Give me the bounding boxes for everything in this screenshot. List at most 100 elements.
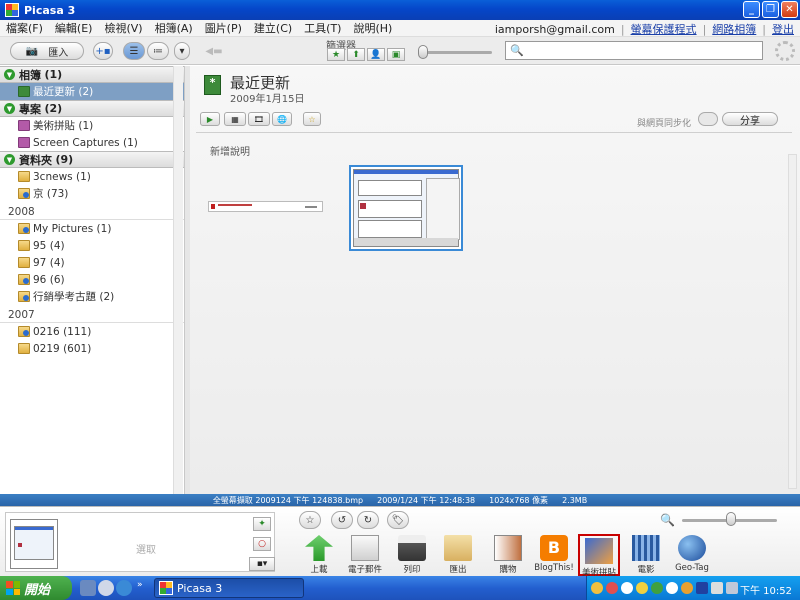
- screensaver-link[interactable]: 螢幕保護程式: [631, 21, 697, 37]
- collage-button[interactable]: ▦: [224, 112, 246, 126]
- list-view-button[interactable]: ☰: [123, 42, 145, 60]
- item-label: 3cnews: [33, 170, 73, 183]
- sidebar-item-96[interactable]: 96 (6): [0, 271, 184, 288]
- filter-faces-button[interactable]: 👤: [367, 48, 385, 61]
- sidebar-group-folders[interactable]: ▼ 資料夾 (9): [0, 151, 184, 168]
- tray-shield-icon[interactable]: [636, 582, 648, 594]
- hold-button[interactable]: ✦: [253, 517, 271, 531]
- menu-file[interactable]: 檔案(F): [0, 20, 49, 36]
- sidebar-group-albums[interactable]: ▼ 相簿 (1): [0, 66, 184, 83]
- movie-button[interactable]: 🎞: [248, 112, 270, 126]
- photo-thumbnail-selected[interactable]: [349, 165, 463, 251]
- photo-thumbnail[interactable]: [208, 201, 323, 212]
- filter-starred-button[interactable]: ★: [327, 48, 345, 61]
- menu-edit[interactable]: 編輯(E): [49, 20, 99, 36]
- sidebar-item-0216[interactable]: 0216 (111): [0, 323, 184, 340]
- tray-display-icon[interactable]: [726, 582, 738, 594]
- sidebar-item-collage[interactable]: 美術拼貼 (1): [0, 117, 184, 134]
- item-label: 京: [33, 188, 44, 200]
- tray-clock-icon[interactable]: [666, 582, 678, 594]
- maximize-button[interactable]: ❐: [762, 1, 779, 18]
- tree-view-button[interactable]: ≔: [147, 42, 169, 60]
- tray-user-icon[interactable]: [591, 582, 603, 594]
- search-input[interactable]: [527, 45, 758, 56]
- import-button[interactable]: 📷 匯入: [10, 42, 84, 60]
- collapse-icon[interactable]: ▼: [4, 103, 15, 114]
- geotag-action[interactable]: Geo-Tag: [672, 535, 712, 575]
- sidebar-item-marketing-exams[interactable]: 行銷學考古題 (2): [0, 288, 184, 305]
- back-button[interactable]: ◀▬: [203, 42, 225, 60]
- folder-icon: [18, 171, 30, 182]
- collage-action[interactable]: 美術拼貼: [578, 534, 620, 578]
- star-album-button[interactable]: ☆: [303, 112, 321, 126]
- year-header-2008: 2008: [0, 204, 184, 220]
- internet-explorer-icon[interactable]: [116, 580, 132, 596]
- tray-security-icon[interactable]: [681, 582, 693, 594]
- tag-button[interactable]: 🏷: [387, 511, 409, 529]
- export-action[interactable]: 匯出: [438, 535, 478, 575]
- movie-action[interactable]: 電影: [626, 535, 666, 575]
- menu-picture[interactable]: 圖片(P): [199, 20, 248, 36]
- volume-icon[interactable]: [711, 582, 723, 594]
- clear-tray-button[interactable]: ○: [253, 537, 271, 551]
- tray-thumbnail[interactable]: [10, 519, 58, 569]
- sidebar-item-my-pictures[interactable]: My Pictures (1): [0, 220, 184, 237]
- close-button[interactable]: ✕: [781, 1, 798, 18]
- thumbnail-size-knob[interactable]: [726, 512, 736, 526]
- search-box[interactable]: 🔍: [505, 41, 763, 60]
- minimize-button[interactable]: _: [743, 1, 760, 18]
- geotag-button[interactable]: 🌐: [272, 112, 292, 126]
- sidebar-item-screen-captures[interactable]: Screen Captures (1): [0, 134, 184, 151]
- shop-action[interactable]: 購物: [488, 535, 528, 575]
- add-caption-text[interactable]: 新增說明: [210, 143, 250, 158]
- sidebar-item-3cnews[interactable]: 3cnews (1): [0, 168, 184, 185]
- view-options-dropdown[interactable]: ▾: [174, 42, 190, 60]
- filter-slider-knob[interactable]: [418, 45, 428, 59]
- menu-help[interactable]: 說明(H): [347, 20, 398, 36]
- sidebar-item-jing[interactable]: 京 (73): [0, 185, 184, 202]
- sidebar-item-recently-updated[interactable]: 最近更新 (2): [0, 83, 184, 100]
- rotate-right-button[interactable]: ↻: [357, 511, 379, 529]
- email-action[interactable]: 電子郵件: [345, 535, 385, 575]
- tray-media-icon[interactable]: [696, 582, 708, 594]
- sidebar-scrollbar[interactable]: [173, 66, 183, 494]
- menu-create[interactable]: 建立(C): [248, 20, 298, 36]
- album-scrollbar[interactable]: [788, 154, 797, 489]
- share-button[interactable]: 分享: [722, 112, 778, 127]
- add-to-dropdown[interactable]: ▪▾: [249, 557, 275, 571]
- menu-view[interactable]: 檢視(V): [98, 20, 148, 36]
- rotate-left-button[interactable]: ↺: [331, 511, 353, 529]
- star-button[interactable]: ☆: [299, 511, 321, 529]
- collapse-icon[interactable]: ▼: [4, 69, 15, 80]
- web-albums-link[interactable]: 網路相簿: [712, 21, 756, 37]
- taskbar-picasa[interactable]: Picasa 3: [154, 578, 304, 598]
- photo-dimensions: 1024x768 像素: [489, 495, 549, 505]
- sidebar-item-0219[interactable]: 0219 (601): [0, 340, 184, 357]
- sidebar-item-95[interactable]: 95 (4): [0, 237, 184, 254]
- filter-date-slider[interactable]: [420, 51, 492, 54]
- add-to-album-button[interactable]: +▪: [93, 42, 113, 60]
- start-button[interactable]: 開始: [0, 576, 72, 600]
- sidebar-group-projects[interactable]: ▼ 專案 (2): [0, 100, 184, 117]
- tray-network-icon[interactable]: [621, 582, 633, 594]
- quicklaunch-more-icon[interactable]: »: [137, 580, 143, 590]
- filter-movies-button[interactable]: ▣: [387, 48, 405, 61]
- media-player-icon[interactable]: [98, 580, 114, 596]
- collapse-icon[interactable]: ▼: [4, 154, 15, 165]
- slideshow-button[interactable]: ▶: [200, 112, 220, 126]
- tag-icon: 🏷: [391, 514, 405, 526]
- show-desktop-icon[interactable]: [80, 580, 96, 596]
- menu-album[interactable]: 相簿(A): [149, 20, 199, 36]
- filter-uploaded-button[interactable]: ⬆: [347, 48, 365, 61]
- sync-toggle[interactable]: [698, 112, 718, 126]
- tray-update-icon[interactable]: [651, 582, 663, 594]
- group-label: 專案: [19, 102, 41, 116]
- blogthis-action[interactable]: B BlogThis!: [534, 535, 574, 575]
- tray-app-icon[interactable]: [606, 582, 618, 594]
- sidebar-item-97[interactable]: 97 (4): [0, 254, 184, 271]
- item-count: (1): [96, 222, 112, 235]
- sign-out-link[interactable]: 登出: [772, 21, 794, 37]
- upload-action[interactable]: 上載: [299, 535, 339, 575]
- print-action[interactable]: 列印: [392, 535, 432, 575]
- menu-tools[interactable]: 工具(T): [298, 20, 347, 36]
